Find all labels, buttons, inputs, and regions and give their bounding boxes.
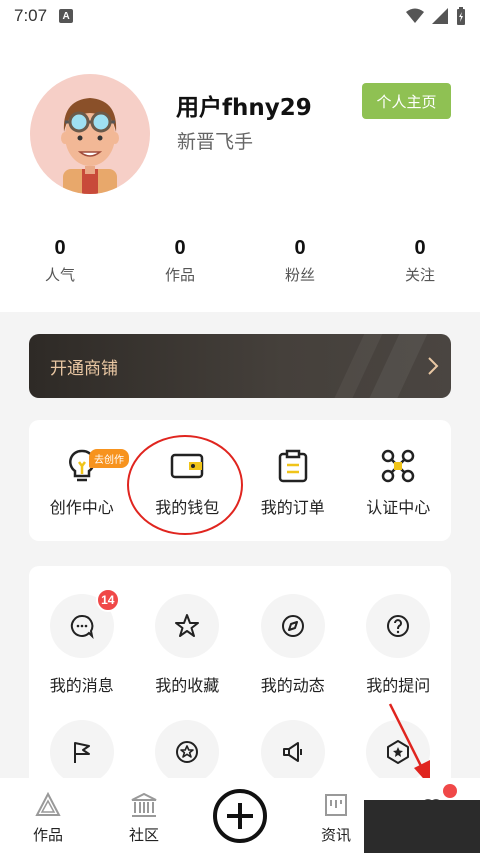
- question-icon: [387, 615, 410, 637]
- drone-icon: [378, 446, 418, 486]
- open-shop-label: 开通商铺: [50, 359, 118, 379]
- wifi-icon: [406, 8, 424, 23]
- stat-value: 0: [174, 237, 186, 259]
- tool-wallet[interactable]: 我的钱包: [135, 420, 241, 518]
- order-list-icon: [273, 446, 313, 486]
- tool-creator-center[interactable]: 创作中心: [29, 420, 135, 518]
- notification-dot: [443, 784, 457, 798]
- menu-label: 我的提问: [366, 676, 431, 695]
- tool-certification[interactable]: 认证中心: [346, 420, 452, 518]
- tab-label: 作品: [32, 826, 63, 844]
- stat-fans[interactable]: 0 粉丝: [240, 237, 360, 285]
- triangle-icon: [35, 792, 61, 816]
- accessibility-a-icon: A: [59, 9, 74, 23]
- tool-label: 我的钱包: [155, 498, 220, 517]
- tool-label: 创作中心: [49, 498, 114, 517]
- building-icon: [131, 792, 157, 817]
- open-shop-banner[interactable]: 开通商铺: [29, 334, 451, 398]
- plus-icon: [213, 788, 267, 843]
- create-post-button[interactable]: [192, 778, 288, 853]
- stat-label: 人气: [44, 266, 75, 284]
- flag-icon: [73, 742, 90, 763]
- username: 用户fhny29: [176, 95, 312, 121]
- menu-card: 14 我的消息 我的收藏 我的动态 我的提问: [29, 566, 451, 796]
- stats-row: 0 人气 0 作品 0 粉丝 0 关注: [0, 237, 480, 285]
- menu-favorites[interactable]: 我的收藏: [135, 566, 241, 696]
- wallet-icon: [167, 446, 207, 486]
- user-level: 新晋飞手: [177, 131, 254, 153]
- battery-icon: [457, 7, 465, 25]
- chevron-right-icon: [428, 357, 439, 375]
- signal-icon: [432, 8, 448, 24]
- star-icon: [175, 614, 200, 637]
- tab-label: 资讯: [320, 826, 351, 844]
- stat-value: 0: [294, 237, 306, 259]
- profile-header: 用户fhny29 新晋飞手 个人主页 0 人气 0 作品 0 粉丝 0 关注: [0, 32, 480, 312]
- stat-value: 0: [414, 237, 426, 259]
- menu-label: 我的消息: [49, 676, 114, 695]
- go-create-badge: 去创作: [89, 449, 129, 468]
- stat-popularity[interactable]: 0 人气: [0, 237, 120, 285]
- star-badge-icon: [176, 741, 199, 763]
- menu-label: 我的动态: [260, 676, 325, 695]
- message-icon: [70, 614, 94, 639]
- stat-value: 0: [54, 237, 66, 259]
- menu-item[interactable]: [29, 696, 135, 784]
- menu-item[interactable]: [240, 696, 346, 784]
- tab-label: 社区: [128, 826, 159, 844]
- status-bar: 7:07 A: [0, 0, 480, 32]
- menu-questions[interactable]: 我的提问: [346, 566, 452, 696]
- stat-label: 关注: [404, 266, 435, 284]
- dark-overlay: [364, 800, 480, 853]
- stat-following[interactable]: 0 关注: [360, 237, 480, 285]
- tab-community[interactable]: 社区: [96, 778, 192, 853]
- menu-item[interactable]: [135, 696, 241, 784]
- tool-label: 我的订单: [260, 498, 325, 517]
- tool-label: 认证中心: [366, 498, 431, 517]
- megaphone-icon: [282, 742, 302, 762]
- hexagon-star-icon: [387, 740, 410, 764]
- stat-works[interactable]: 0 作品: [120, 237, 240, 285]
- avatar-illustration: [61, 98, 119, 194]
- unread-count-badge: 14: [95, 588, 120, 612]
- menu-label: 我的收藏: [155, 676, 220, 695]
- tab-works[interactable]: 作品: [0, 778, 96, 853]
- menu-item[interactable]: [346, 696, 452, 784]
- stat-label: 粉丝: [284, 266, 315, 284]
- tool-orders[interactable]: 我的订单: [240, 420, 346, 518]
- avatar[interactable]: [30, 74, 150, 194]
- homepage-button[interactable]: 个人主页: [362, 83, 451, 119]
- stat-label: 作品: [164, 266, 195, 284]
- compass-icon: [281, 615, 304, 637]
- status-time: 7:07: [14, 6, 48, 25]
- menu-activity[interactable]: 我的动态: [240, 566, 346, 696]
- tools-card: 创作中心 我的钱包 我的订单 认证中心 去创作: [29, 420, 451, 541]
- news-icon: [325, 794, 347, 816]
- menu-messages[interactable]: 14 我的消息: [29, 566, 135, 696]
